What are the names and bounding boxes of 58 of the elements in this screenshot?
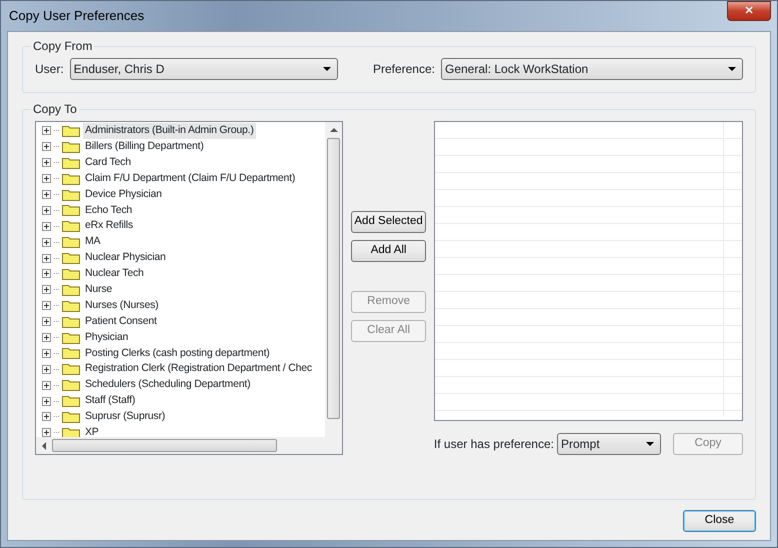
- tree-item[interactable]: MA: [83, 234, 102, 250]
- folder-icon: [62, 284, 80, 296]
- tree-item[interactable]: Billers (Billing Department): [83, 138, 206, 155]
- folder-icon: [62, 332, 80, 344]
- tree-item[interactable]: Posting Clerks (cash posting department): [83, 346, 272, 362]
- folder-icon: [62, 395, 80, 408]
- tree-item[interactable]: Staff (Staff): [83, 393, 138, 409]
- vertical-scrollbar[interactable]: [325, 122, 342, 437]
- tree-item[interactable]: Claim F/U Department (Claim F/U Department): [83, 170, 298, 186]
- folder-icon: [62, 300, 80, 312]
- horizontal-scrollbar[interactable]: [36, 437, 342, 454]
- folder-icon: [62, 220, 80, 232]
- folder-icon: [62, 156, 80, 169]
- preference-label: Preference:: [372, 61, 435, 78]
- tree-item[interactable]: Nurse: [83, 282, 114, 298]
- tree-item[interactable]: Patient Consent: [83, 314, 159, 330]
- tree-item[interactable]: Registration Clerk (Registration Department / Chec: [83, 361, 314, 378]
- group-tree[interactable]: [35, 121, 344, 455]
- folder-icon: [62, 410, 80, 423]
- tree-item[interactable]: Physician: [83, 330, 130, 346]
- tree-item[interactable]: Echo Tech: [83, 202, 134, 218]
- close-button[interactable]: ✕: [727, 1, 771, 21]
- tree-item[interactable]: Suprusr (Suprusr): [83, 409, 168, 425]
- folder-icon: [62, 252, 80, 264]
- tree-item[interactable]: eRx Refills: [83, 218, 135, 234]
- folder-icon: [62, 172, 80, 185]
- window-title: Copy User Preferences: [9, 7, 144, 26]
- folder-icon: [62, 188, 80, 200]
- caret-icon: [322, 67, 331, 71]
- tree-item[interactable]: Nurses (Nurses): [83, 298, 160, 314]
- folder-icon: [62, 236, 80, 248]
- user-label: User:: [35, 61, 64, 78]
- tree-item[interactable]: Schedulers (Scheduling Department): [83, 377, 252, 394]
- close-button[interactable]: Close: [683, 510, 756, 532]
- caret-icon: [728, 67, 736, 71]
- tree-item[interactable]: XP: [83, 424, 101, 437]
- preference-conflict-label: If user has preference:: [434, 436, 554, 453]
- action-button[interactable]: Add Selected: [351, 211, 426, 233]
- folder-icon: [62, 379, 80, 392]
- user-dropdown[interactable]: Enduser, Chris D: [70, 58, 338, 80]
- conflict-dropdown[interactable]: Prompt: [557, 433, 661, 455]
- tree-item[interactable]: Card Tech: [83, 154, 133, 171]
- folder-icon: [62, 140, 80, 153]
- folder-icon: [62, 363, 80, 376]
- tree-item[interactable]: Device Physician: [83, 186, 164, 202]
- preference-dropdown[interactable]: General: Lock WorkStation: [441, 58, 743, 80]
- folder-icon: [62, 204, 80, 216]
- tree-item[interactable]: Nuclear Tech: [83, 266, 146, 282]
- caret-icon: [646, 442, 654, 446]
- tree-item[interactable]: Nuclear Physician: [83, 250, 168, 266]
- folder-icon: [62, 347, 80, 360]
- group-legend: Copy To: [31, 103, 79, 115]
- tree-item[interactable]: Administrators (Built-in Admin Group.): [83, 123, 256, 139]
- action-button[interactable]: Add All: [351, 240, 426, 262]
- folder-icon: [62, 124, 80, 137]
- folder-icon: [62, 316, 80, 328]
- folder-icon: [62, 268, 80, 280]
- group-legend: Copy From: [31, 40, 94, 52]
